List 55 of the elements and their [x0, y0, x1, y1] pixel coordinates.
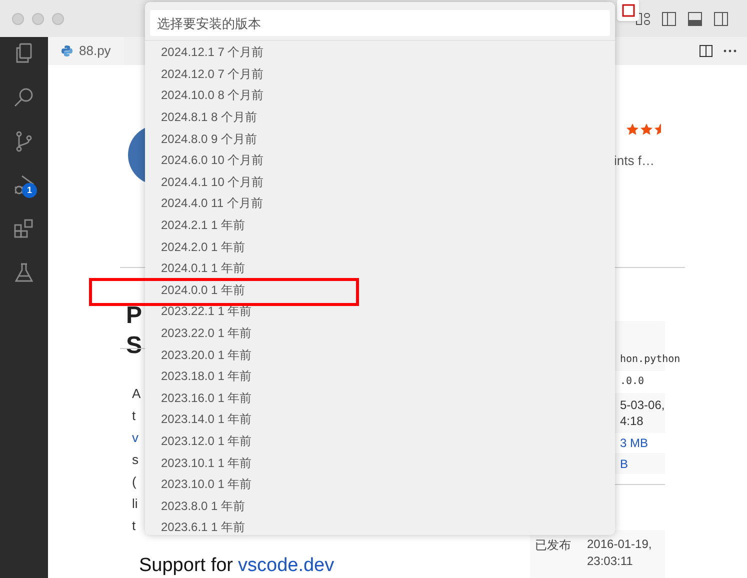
readme-text: A: [132, 385, 141, 403]
vscode-dev-link[interactable]: vscode.dev: [238, 552, 334, 578]
panel-icon[interactable]: [687, 10, 703, 26]
split-editor-icon[interactable]: [699, 44, 713, 58]
readme-text: li: [132, 495, 138, 513]
extension-description: ints f…: [614, 152, 654, 170]
readme-text: s: [132, 451, 138, 469]
version-item[interactable]: 2024.6.0 10 个月前: [161, 153, 264, 168]
version-item[interactable]: 2024.0.0 1 年前: [161, 282, 246, 298]
python-file-icon: [61, 45, 73, 57]
sidebar-right-icon[interactable]: [713, 10, 729, 26]
readme-text: t: [132, 517, 136, 535]
version-item[interactable]: 2023.10.0 1 年前: [161, 477, 252, 492]
version-item[interactable]: 2024.0.1 1 年前: [161, 261, 246, 276]
published-label: 已发布: [535, 537, 572, 554]
support-heading: Support for: [139, 554, 233, 578]
version-item[interactable]: 2024.4.0 11 个月前: [161, 196, 263, 212]
version-item[interactable]: 2023.18.0 1 年前: [161, 369, 252, 384]
version-item[interactable]: 2023.14.0 1 年前: [161, 412, 252, 428]
version-item[interactable]: 2023.22.1 1 年前: [161, 304, 252, 320]
version-item[interactable]: 2024.10.0 8 个月前: [161, 88, 264, 104]
version-item[interactable]: 2024.12.1 7 个月前: [161, 45, 264, 60]
readme-text: (: [132, 473, 136, 491]
tab-label: 88.py: [79, 42, 111, 60]
version-item[interactable]: 2023.20.0 1 年前: [161, 348, 252, 363]
version-item[interactable]: 2023.8.0 1 年前: [161, 498, 246, 514]
size-link[interactable]: 3 MB: [620, 434, 665, 452]
notification-badge: 1: [22, 183, 37, 198]
readme-link[interactable]: v: [132, 428, 138, 448]
detail-value: 5-03-06,: [620, 397, 665, 413]
version-item[interactable]: 2024.2.1 1 年前: [161, 218, 246, 234]
version-item[interactable]: 2024.8.1 8 个月前: [161, 110, 258, 126]
version-item[interactable]: 2023.12.0 1 年前: [161, 434, 252, 449]
version-item[interactable]: 2023.22.0 1 年前: [161, 326, 252, 342]
version-item[interactable]: 2024.8.0 9 个月前: [161, 132, 258, 147]
heading-text: S: [126, 331, 142, 361]
bug-play-icon[interactable]: [12, 173, 36, 197]
version-item[interactable]: 2023.6.1 1 年前: [161, 520, 246, 536]
published-date: 2016-01-19, 23:03:11: [587, 536, 653, 570]
readme-text: t: [132, 407, 136, 425]
layout-customize-icon[interactable]: [635, 10, 651, 26]
more-actions-icon[interactable]: [723, 49, 737, 53]
detail-value: 4:18: [620, 413, 644, 429]
version-item[interactable]: 2024.2.0 1 年前: [161, 240, 246, 255]
square-icon[interactable]: [622, 4, 634, 16]
version-item[interactable]: 2023.10.1 1 年前: [161, 456, 252, 471]
version-item[interactable]: 2024.12.0 7 个月前: [161, 66, 264, 82]
detail-value: hon.python: [620, 353, 680, 367]
version-item[interactable]: 2024.4.1 10 个月前: [161, 174, 264, 190]
detail-value: .0.0: [620, 375, 644, 389]
version-item[interactable]: 2023.16.0 1 年前: [161, 390, 252, 406]
heading-text: P: [126, 301, 142, 331]
sidebar-left-icon[interactable]: [661, 10, 677, 26]
size-link[interactable]: B: [620, 454, 665, 472]
version-search-field[interactable]: 选择要安装的版本: [150, 10, 610, 36]
